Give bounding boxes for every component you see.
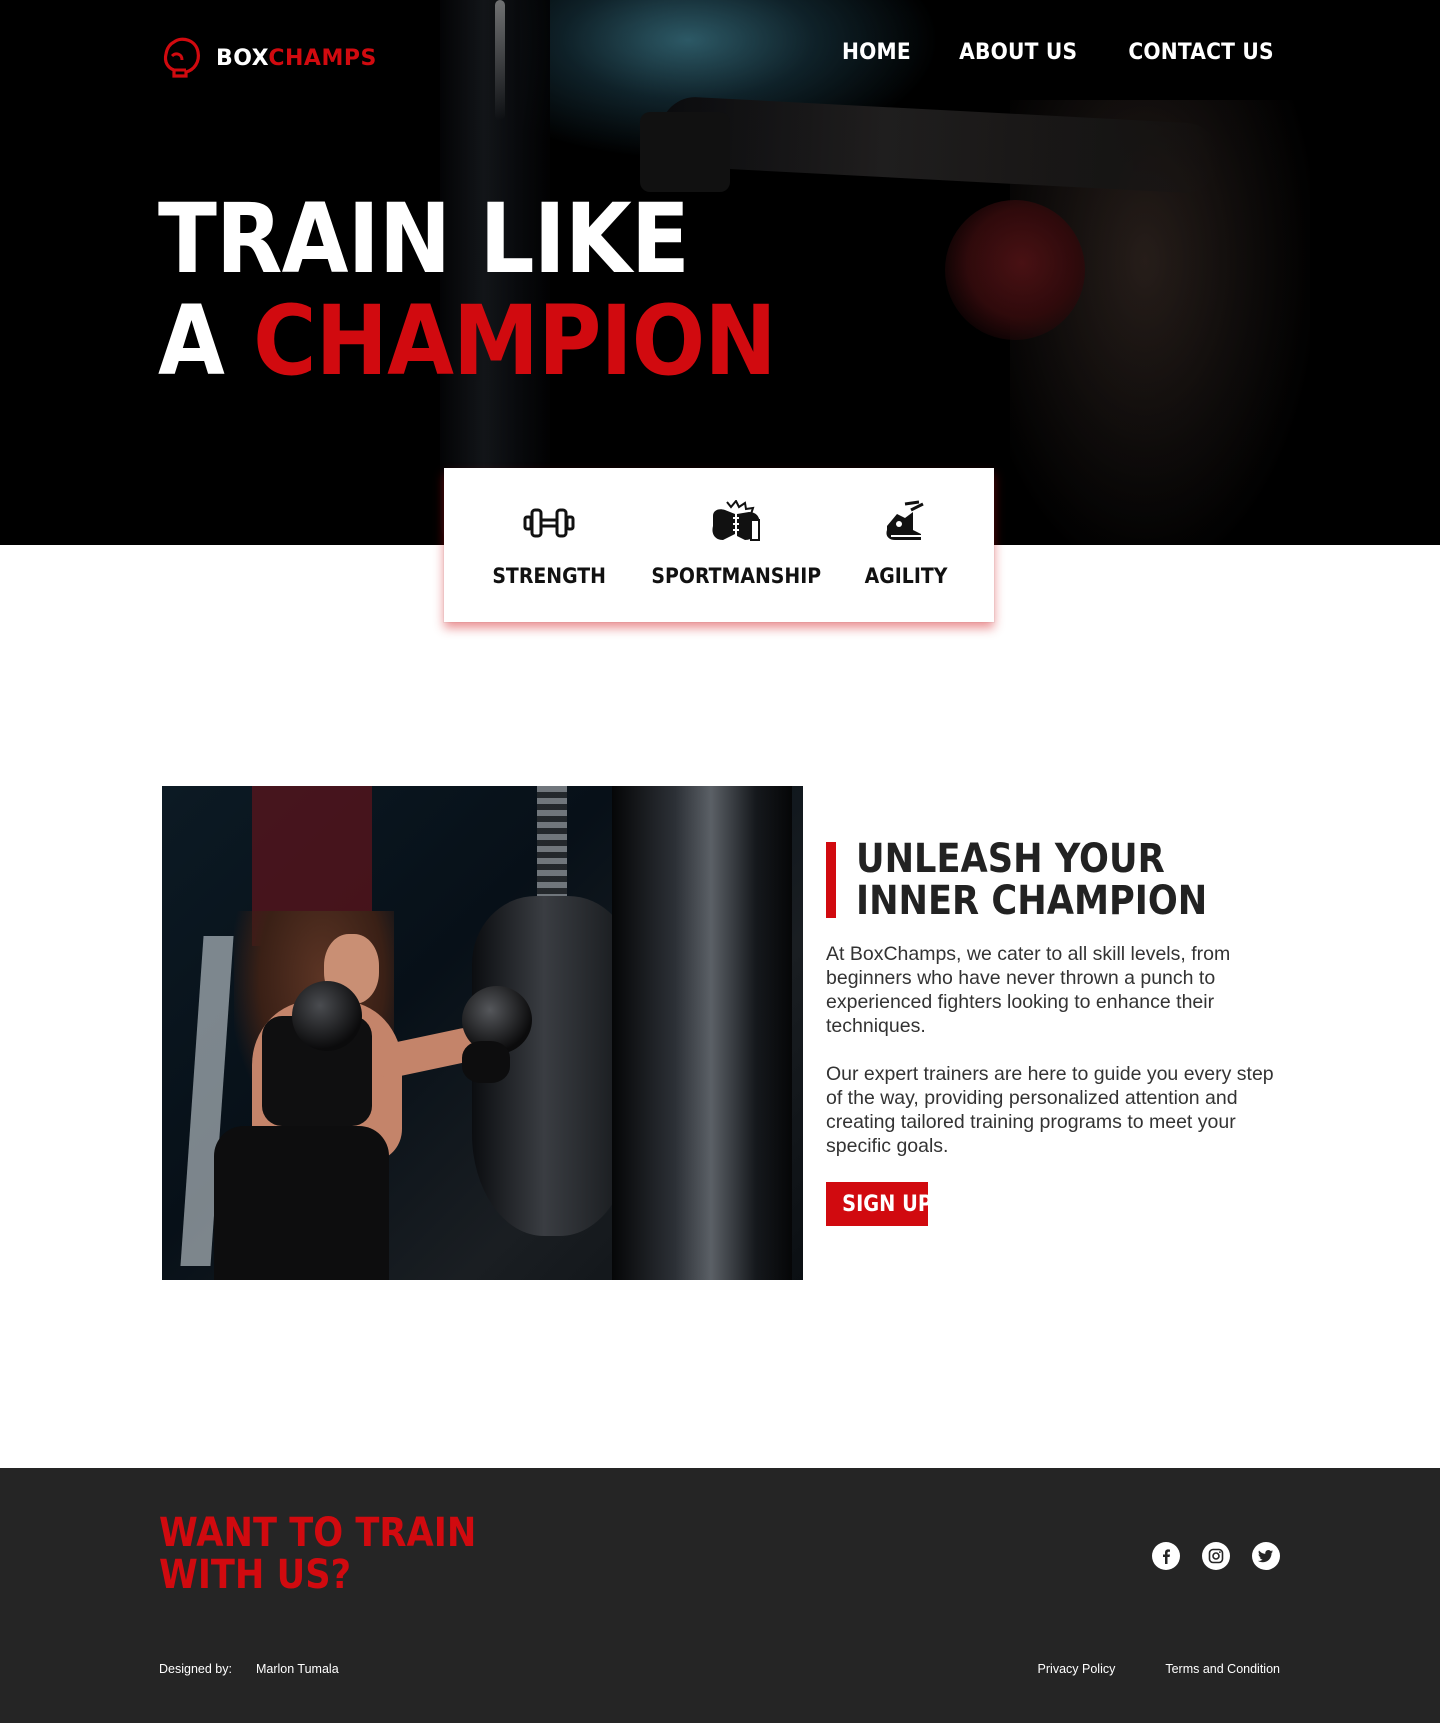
features-card: STRENGTH SPORTMANSHIP AGILITY [444,468,994,622]
sign-up-button[interactable]: SIGN UP [826,1182,932,1226]
feature-label: AGILITY [865,564,948,588]
nav-about-us[interactable]: ABOUT US [959,40,1077,65]
footer-cta: WANT TO TRAIN WITH US? [159,1510,477,1598]
handshake-glove-icon [712,500,761,541]
footer-credits: Designed by: Marlon Tumala [159,1662,339,1676]
running-shoe-icon [886,500,925,540]
brand-name: BOXCHAMPS [216,45,377,71]
feature-label: STRENGTH [491,564,606,588]
nav-home[interactable]: HOME [842,40,911,65]
feature-label: SPORTMANSHIP [651,564,821,588]
about-heading: UNLEASH YOUR INNER CHAMPION [856,836,1208,924]
social-links [1152,1542,1280,1570]
hero-title-line2: A CHAMPION [158,285,777,397]
feature-agility: AGILITY [860,498,952,622]
facebook-icon[interactable] [1152,1542,1180,1570]
boxing-glove-icon [163,37,200,78]
terms-link[interactable]: Terms and Condition [1165,1662,1280,1676]
brand-logo[interactable]: BOXCHAMPS [160,36,377,80]
hero-section: BOXCHAMPS HOME ABOUT US CONTACT US TRAIN… [0,0,1440,545]
twitter-icon[interactable] [1252,1542,1280,1570]
boxer-training-photo [162,786,803,1280]
dumbbell-icon [523,508,575,538]
footer: WANT TO TRAIN WITH US? Designed by: Marl… [0,1468,1440,1723]
feature-sportmanship: SPORTMANSHIP [642,498,831,622]
instagram-icon[interactable] [1202,1542,1230,1570]
privacy-policy-link[interactable]: Privacy Policy [1038,1662,1116,1676]
designer-name: Marlon Tumala [255,1662,339,1676]
about-paragraph-1: At BoxChamps, we cater to all skill leve… [826,943,1231,1037]
designed-by-label: Designed by: [159,1662,232,1676]
hero-title-accent: CHAMPION [253,285,776,397]
main-nav: HOME ABOUT US CONTACT US [839,40,1280,65]
heading-accent-bar [826,842,836,918]
about-paragraph-2: Our expert trainers are here to guide yo… [826,1063,1274,1157]
about-section: UNLEASH YOUR INNER CHAMPION At BoxChamps… [826,838,1286,1226]
feature-strength: STRENGTH [486,498,612,622]
footer-links: Privacy Policy Terms and Condition [1038,1662,1280,1676]
hero-title: TRAIN LIKE A CHAMPION [158,188,844,392]
hero-title-line1: TRAIN LIKE [158,183,690,295]
nav-contact-us[interactable]: CONTACT US [1128,40,1273,65]
